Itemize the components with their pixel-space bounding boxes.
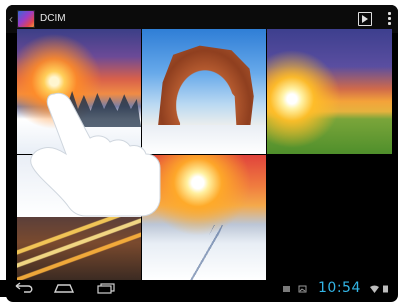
rock-arch xyxy=(157,45,254,133)
overflow-menu-icon[interactable] xyxy=(388,12,392,26)
pointing-hand-icon xyxy=(30,92,161,217)
battery-icon xyxy=(383,285,388,293)
thumbnail-night-light-trails[interactable] xyxy=(17,217,141,281)
gallery-notification-icon xyxy=(298,285,307,293)
up-caret-icon[interactable]: ‹ xyxy=(9,12,13,26)
status-clock: 10:54 xyxy=(318,280,361,296)
gallery-app-icon[interactable] xyxy=(17,10,35,28)
back-nav-icon[interactable] xyxy=(12,282,36,294)
notification-icon xyxy=(283,286,290,292)
home-nav-icon[interactable] xyxy=(52,282,76,294)
footprints xyxy=(187,225,223,281)
thumbnail-sunburst-field[interactable] xyxy=(267,29,392,154)
wifi-icon xyxy=(370,285,379,293)
slideshow-play-icon[interactable] xyxy=(358,12,372,26)
album-title[interactable]: DCIM xyxy=(40,13,66,25)
recent-apps-icon[interactable] xyxy=(94,282,118,294)
